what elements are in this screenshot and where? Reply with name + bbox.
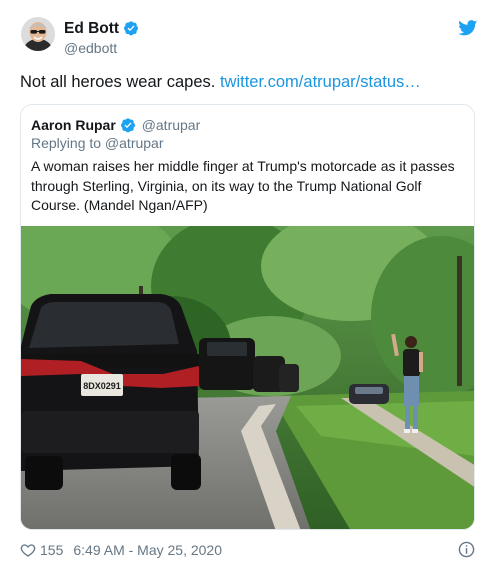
quoted-tweet-text: A woman raises her middle finger at Trum…	[31, 158, 455, 213]
tweet-text: Not all heroes wear capes. twitter.com/a…	[20, 72, 421, 92]
info-icon[interactable]	[458, 541, 475, 558]
twitter-bird-icon[interactable]	[458, 20, 478, 36]
author-avatar[interactable]	[21, 17, 55, 51]
quoted-author-handle[interactable]: @atrupar	[142, 117, 201, 133]
license-plate: 8DX0291	[83, 381, 121, 391]
author-handle[interactable]: @edbott	[64, 40, 117, 56]
like-count[interactable]: 155	[40, 542, 63, 558]
tweet-timestamp[interactable]: 6:49 AM - May 25, 2020	[73, 542, 222, 558]
tweet-footer: 155 6:49 AM - May 25, 2020	[20, 541, 222, 559]
quoted-tweet-card[interactable]: Aaron Rupar @atrupar Replying to @atrupa…	[20, 104, 475, 530]
verified-badge-icon	[120, 117, 136, 133]
heart-icon[interactable]	[20, 542, 36, 558]
verified-badge-icon	[123, 20, 139, 36]
author-name-text[interactable]: Ed Bott	[64, 20, 119, 37]
tweet-body: Not all heroes wear capes.	[20, 73, 216, 91]
quoted-author-name[interactable]: Aaron Rupar	[31, 117, 116, 133]
main-suv: 8DX0291	[21, 294, 201, 490]
author-name[interactable]: Ed Bott	[64, 20, 139, 38]
tweet-link[interactable]: twitter.com/atrupar/status…	[220, 73, 421, 91]
quoted-author[interactable]: Aaron Rupar @atrupar	[31, 117, 200, 134]
replying-to: Replying to @atrupar	[31, 135, 164, 151]
tweet-photo[interactable]: 8DX0291	[21, 206, 474, 529]
